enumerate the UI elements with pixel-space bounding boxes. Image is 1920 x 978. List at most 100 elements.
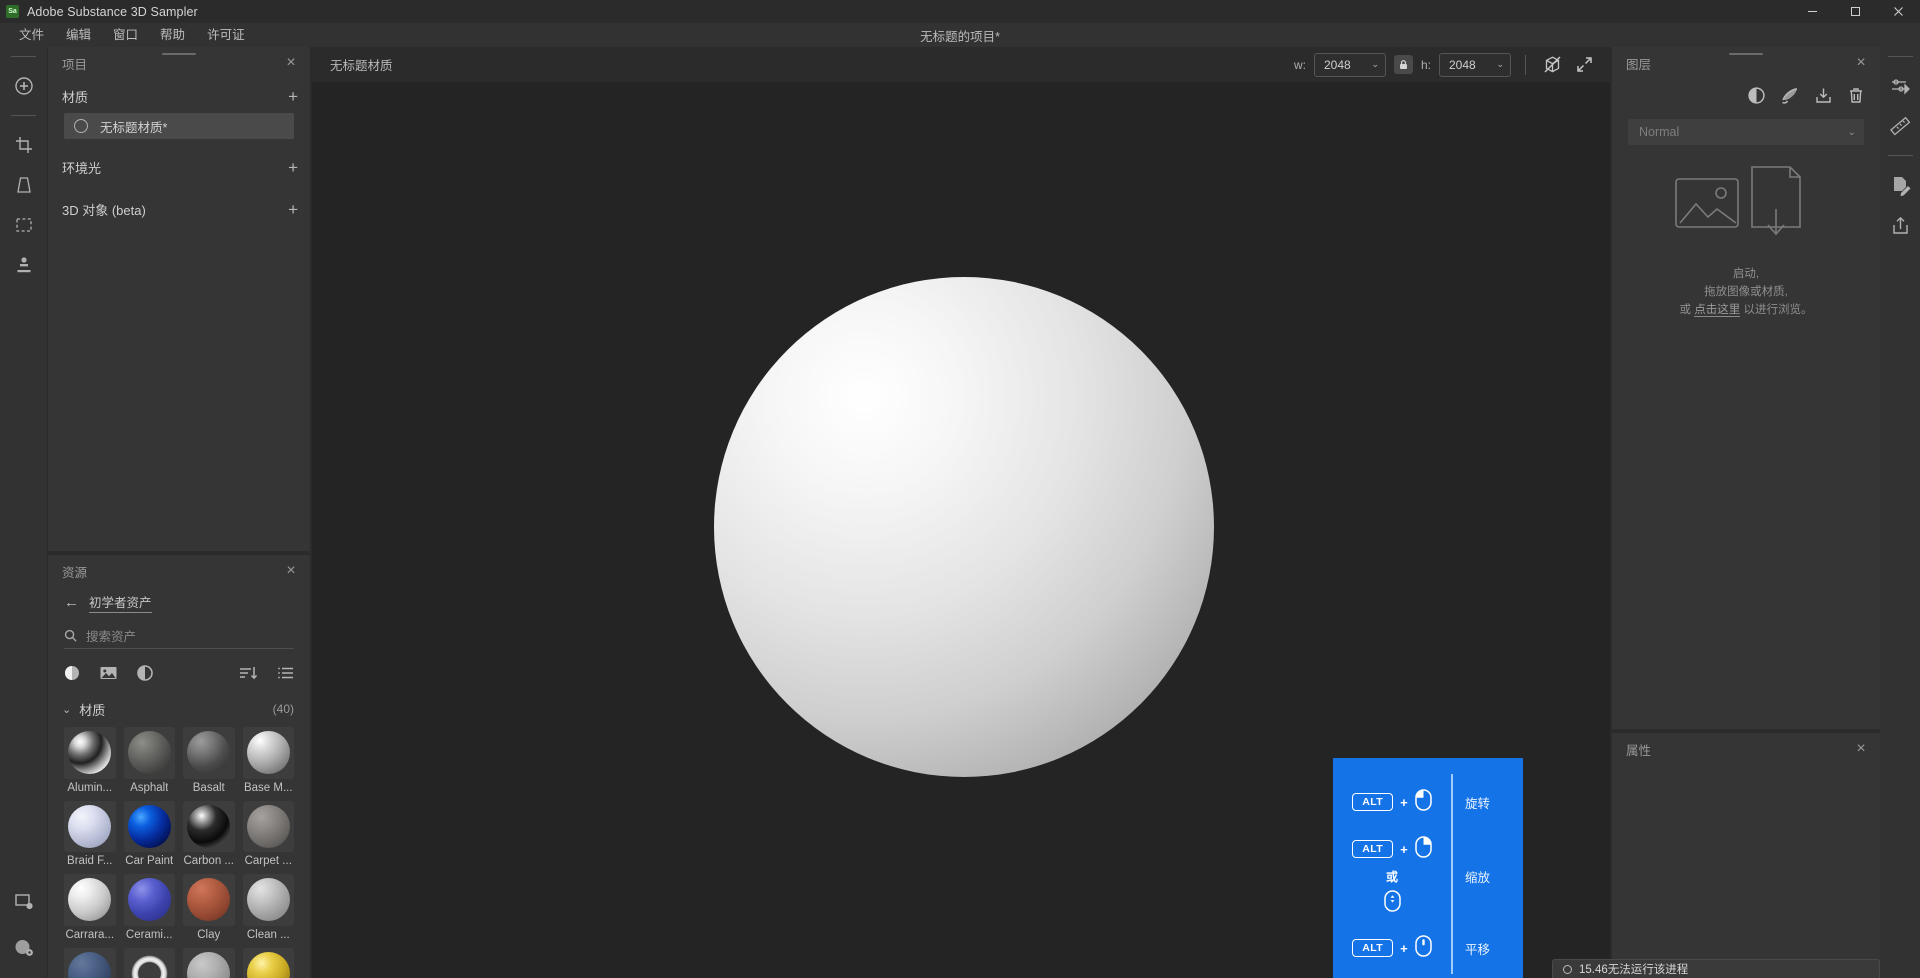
export-icon[interactable]: [1880, 205, 1920, 245]
back-arrow-icon[interactable]: ←: [64, 595, 79, 610]
asset-thumbnail[interactable]: [124, 948, 176, 978]
asset-swatch: [187, 805, 230, 848]
asset-thumbnail[interactable]: [243, 874, 295, 926]
add-fill-layer-icon[interactable]: [1748, 87, 1765, 109]
asset-group-header[interactable]: ⌄ 材质 (40): [62, 699, 294, 719]
assets-breadcrumb[interactable]: ← 初学者资产: [48, 587, 310, 613]
add-3d-object-button[interactable]: +: [288, 201, 298, 218]
search-input[interactable]: 搜索资产: [86, 626, 136, 645]
alt-key-badge: ALT: [1352, 939, 1393, 957]
status-toast[interactable]: 15.46无法运行该进程: [1552, 959, 1880, 978]
add-icon[interactable]: [4, 66, 44, 106]
asset-thumbnail[interactable]: [243, 801, 295, 853]
asset-cell[interactable]: Carrara...: [64, 874, 116, 941]
asset-thumbnail[interactable]: [64, 727, 116, 779]
breadcrumb-label[interactable]: 初学者资产: [89, 592, 152, 613]
add-paint-layer-icon[interactable]: [1781, 87, 1799, 109]
material-item-label: 无标题材质*: [100, 117, 167, 136]
asset-thumbnail[interactable]: [124, 801, 176, 853]
asset-thumbnail[interactable]: [243, 727, 295, 779]
menu-window[interactable]: 窗口: [102, 23, 149, 47]
close-icon[interactable]: ×: [282, 562, 300, 580]
viewport-toolbar: 无标题材质 w: 2048 ⌄ h: 2048 ⌄: [312, 47, 1610, 82]
render-settings-icon[interactable]: [4, 928, 44, 968]
width-select[interactable]: 2048 ⌄: [1314, 53, 1386, 77]
close-button[interactable]: [1877, 0, 1920, 23]
asset-cell[interactable]: [183, 948, 235, 978]
ruler-icon[interactable]: [1880, 106, 1920, 146]
chevron-down-icon[interactable]: ⌄: [62, 703, 71, 716]
blend-mode-value: Normal: [1639, 125, 1679, 139]
selection-icon[interactable]: [4, 205, 44, 245]
panel-drag-handle[interactable]: [162, 53, 196, 55]
import-layer-icon[interactable]: [1815, 87, 1832, 109]
section-environment: 环境光 +: [48, 150, 310, 184]
asset-thumbnail[interactable]: [183, 948, 235, 978]
delete-layer-icon[interactable]: [1848, 87, 1864, 109]
expand-icon[interactable]: [1572, 53, 1596, 77]
blend-mode-select[interactable]: Normal ⌄: [1628, 119, 1864, 145]
crop-icon[interactable]: [4, 125, 44, 165]
height-select[interactable]: 2048 ⌄: [1439, 53, 1511, 77]
document-edit-icon[interactable]: [1880, 165, 1920, 205]
material-preview-sphere[interactable]: [714, 277, 1214, 777]
contrast-filter-icon[interactable]: [137, 665, 153, 681]
close-icon[interactable]: ×: [1852, 54, 1870, 72]
menu-help[interactable]: 帮助: [149, 23, 196, 47]
sort-icon[interactable]: [239, 665, 257, 681]
asset-cell[interactable]: Asphalt: [124, 727, 176, 794]
asset-cell[interactable]: [243, 948, 295, 978]
asset-cell[interactable]: Basalt: [183, 727, 235, 794]
asset-cell[interactable]: [64, 948, 116, 978]
asset-cell[interactable]: Carpet ...: [243, 801, 295, 868]
asset-thumbnail[interactable]: [183, 874, 235, 926]
section-environment-label: 环境光: [62, 158, 101, 177]
close-icon[interactable]: ×: [1852, 740, 1870, 758]
asset-thumbnail[interactable]: [183, 727, 235, 779]
asset-thumbnail[interactable]: [64, 948, 116, 978]
asset-cell[interactable]: Car Paint: [124, 801, 176, 868]
asset-thumbnail[interactable]: [243, 948, 295, 978]
layer-dropzone[interactable]: 启动, 拖放图像或材质, 或 点击这里 以进行浏览。: [1612, 157, 1880, 319]
material-thumbnail-icon: [74, 119, 88, 133]
menu-license[interactable]: 许可证: [196, 23, 256, 47]
asset-thumbnail[interactable]: [124, 874, 176, 926]
asset-search-bar[interactable]: 搜索资产: [64, 623, 294, 649]
asset-grid: Alumin... Asphalt Basalt Base M... Braid…: [64, 727, 294, 978]
panel-drag-handle[interactable]: [1729, 53, 1763, 55]
menu-file[interactable]: 文件: [8, 23, 55, 47]
hint-combo-pan: ALT +: [1352, 935, 1431, 962]
list-view-icon[interactable]: [277, 665, 294, 681]
add-environment-button[interactable]: +: [288, 159, 298, 176]
image-filter-icon[interactable]: [100, 665, 117, 681]
asset-cell[interactable]: Cerami...: [124, 874, 176, 941]
close-icon[interactable]: ×: [282, 54, 300, 72]
minimize-button[interactable]: [1791, 0, 1834, 23]
asset-cell[interactable]: [124, 948, 176, 978]
browse-link[interactable]: 点击这里: [1694, 304, 1740, 317]
perspective-icon[interactable]: [4, 165, 44, 205]
asset-swatch: [187, 878, 230, 921]
add-material-button[interactable]: +: [288, 88, 298, 105]
asset-cell[interactable]: Alumin...: [64, 727, 116, 794]
material-filter-icon[interactable]: [64, 665, 80, 681]
asset-thumbnail[interactable]: [183, 801, 235, 853]
menu-edit[interactable]: 编辑: [55, 23, 102, 47]
display-settings-icon[interactable]: [4, 882, 44, 922]
asset-cell[interactable]: Carbon ...: [183, 801, 235, 868]
adjust-sliders-icon[interactable]: [1880, 66, 1920, 106]
asset-thumbnail[interactable]: [124, 727, 176, 779]
hint-label-rotate: 旋转: [1465, 793, 1511, 812]
asset-label: Asphalt: [130, 782, 168, 794]
maximize-button[interactable]: [1834, 0, 1877, 23]
asset-cell[interactable]: Clean ...: [243, 874, 295, 941]
material-list-item[interactable]: 无标题材质*: [64, 113, 294, 139]
asset-thumbnail[interactable]: [64, 874, 116, 926]
lock-icon[interactable]: [1394, 55, 1413, 74]
asset-cell[interactable]: Base M...: [243, 727, 295, 794]
asset-thumbnail[interactable]: [64, 801, 116, 853]
stamp-icon[interactable]: [4, 245, 44, 285]
asset-cell[interactable]: Braid F...: [64, 801, 116, 868]
asset-cell[interactable]: Clay: [183, 874, 235, 941]
3d-view-off-icon[interactable]: [1540, 53, 1564, 77]
